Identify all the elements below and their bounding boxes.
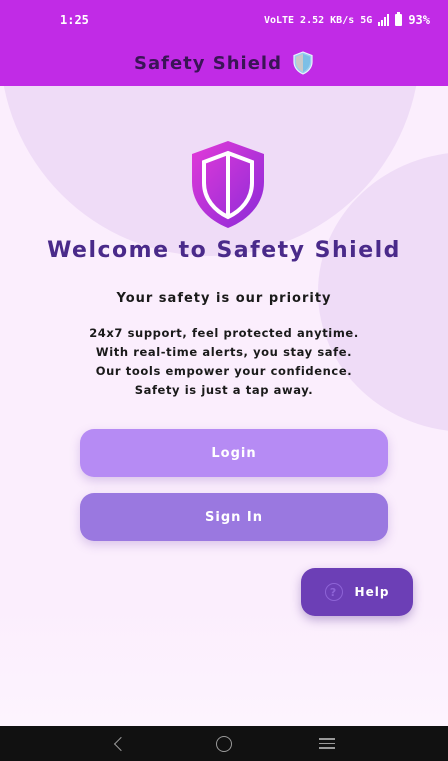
login-button-label: Login xyxy=(211,445,257,461)
main-content: Welcome to Safety Shield Your safety is … xyxy=(0,86,448,726)
back-button[interactable] xyxy=(101,729,141,759)
sign-in-button[interactable]: Sign In xyxy=(80,493,388,541)
battery-percent: 93% xyxy=(408,13,430,27)
tagline: 24x7 support, feel protected anytime. Wi… xyxy=(0,324,448,400)
back-chevron-icon xyxy=(114,736,129,751)
status-time: 1:25 xyxy=(60,13,89,27)
recents-menu-icon xyxy=(318,737,335,750)
tagline-line: 24x7 support, feel protected anytime. xyxy=(89,326,359,340)
shield-icon xyxy=(293,51,313,75)
tagline-line: Safety is just a tap away. xyxy=(134,383,314,397)
tagline-line: With real-time alerts, you stay safe. xyxy=(95,345,353,359)
help-button[interactable]: ? Help xyxy=(301,568,413,616)
shield-logo-icon xyxy=(192,141,264,228)
app-screen: 1:25 VoLTE 2.52 KB/s 5G 93% Safety Shiel… xyxy=(0,0,448,761)
network-indicators: VoLTE 2.52 KB/s 5G xyxy=(263,14,373,26)
question-icon: ? xyxy=(324,583,343,601)
sign-in-button-label: Sign In xyxy=(205,509,263,525)
status-indicators: VoLTE 2.52 KB/s 5G 93% xyxy=(263,12,430,27)
login-button[interactable]: Login xyxy=(80,429,388,477)
navigation-bar xyxy=(0,726,448,761)
priority-text: Your safety is our priority xyxy=(116,291,332,306)
status-bar: 1:25 VoLTE 2.52 KB/s 5G 93% xyxy=(0,0,448,40)
home-circle-icon xyxy=(215,735,232,752)
welcome-title: Welcome to Safety Shield xyxy=(47,238,401,263)
background-bottom xyxy=(0,606,448,726)
recents-button[interactable] xyxy=(307,729,347,759)
battery-icon xyxy=(395,12,403,26)
home-button[interactable] xyxy=(204,729,244,759)
app-bar: Safety Shield xyxy=(0,40,448,86)
tagline-line: Our tools empower your confidence. xyxy=(95,364,353,378)
help-button-label: Help xyxy=(354,585,390,599)
app-title: Safety Shield xyxy=(134,52,282,74)
signal-icon xyxy=(378,14,390,26)
